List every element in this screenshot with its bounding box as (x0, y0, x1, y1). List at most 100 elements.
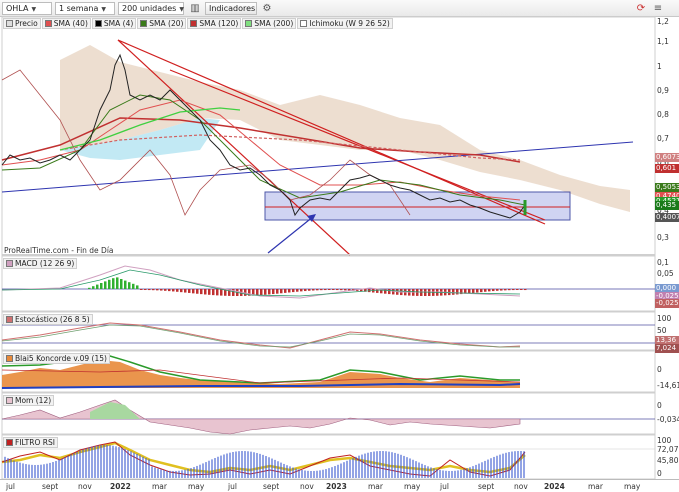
rsi-bar (442, 470, 444, 478)
macd-legend-item[interactable]: MACD (12 26 9) (3, 258, 78, 269)
legend-swatch (140, 20, 148, 27)
rsi-bar (250, 451, 252, 478)
time-axis-label: 2024 (544, 482, 565, 491)
macd-histogram-bar (312, 289, 315, 291)
rsi-bar (184, 469, 186, 478)
rsi-bar (478, 463, 480, 478)
mom-legend: Mom (12) (3, 395, 55, 406)
macd-histogram-bar (176, 289, 179, 292)
rsi-bar (88, 447, 90, 478)
macd-histogram-bar (508, 289, 511, 291)
price-legend-item[interactable]: SMA (40) (41, 18, 91, 29)
macd-histogram-bar (132, 283, 135, 289)
price-legend-item[interactable]: Ichimoku (W 9 26 52) (297, 18, 393, 29)
price-legend-item[interactable]: SMA (120) (187, 18, 242, 29)
macd-histogram-bar (92, 286, 95, 289)
rsi-bar (208, 460, 210, 478)
rsi-bar (394, 452, 396, 478)
macd-histogram-bar (212, 289, 215, 296)
rsi-bar (406, 457, 408, 478)
macd-histogram-bar (180, 289, 183, 293)
axis-tick-label: 0,7 (657, 134, 669, 143)
price-legend-item[interactable]: SMA (4) (91, 18, 137, 29)
rsi-bar (364, 453, 366, 478)
macd-histogram-bar (452, 289, 455, 295)
rsi-legend-label: FILTRO RSI (15, 438, 55, 447)
rsi-bar (163, 470, 165, 478)
rsi-bar (58, 459, 60, 478)
macd-panel-frame (1, 255, 656, 312)
mom-legend-item[interactable]: Mom (12) (3, 395, 55, 406)
rsi-bar (193, 467, 195, 478)
rsi-bar (187, 468, 189, 478)
macd-histogram-bar (164, 289, 167, 291)
rsi-bar (34, 464, 36, 478)
macd-histogram-bar (172, 289, 175, 292)
macd-histogram-bar (108, 279, 111, 289)
rsi-axis: 100 72,07 45,80 0 (655, 435, 679, 479)
price-legend-label: SMA (4) (103, 19, 134, 28)
rsi-bar (271, 458, 273, 478)
rsi-bar (118, 447, 120, 478)
price-legend-item[interactable]: SMA (20) (137, 18, 187, 29)
rsi-bar (370, 452, 372, 478)
rsi-bar (283, 463, 285, 478)
axis-tick-label: 0 (657, 365, 662, 374)
blai5-legend-item[interactable]: Blai5 Koncorde v.09 (15) (3, 353, 110, 364)
rsi-bar (301, 469, 303, 478)
rsi-bar (127, 450, 129, 478)
rsi-bar (307, 470, 309, 478)
rsi-bar (178, 470, 180, 478)
rsi-bar (142, 456, 144, 478)
rsi-bar (493, 456, 495, 478)
macd-histogram-bar (316, 289, 319, 291)
price-legend-item[interactable]: Precio (3, 18, 41, 29)
rsi-bar (25, 464, 27, 478)
time-axis-label: jul (228, 482, 237, 491)
axis-tick-label: 0,9 (657, 86, 669, 95)
price-legend-item[interactable]: SMA (200) (242, 18, 297, 29)
price-value-label: 0,601 (655, 164, 679, 173)
rsi-bar (289, 466, 291, 478)
time-axis-label: jul (6, 482, 15, 491)
macd-histogram-bar (320, 289, 323, 291)
macd-legend-label: MACD (12 26 9) (15, 259, 75, 268)
macd-histogram-bar (484, 289, 487, 292)
macd-histogram-bar (308, 289, 311, 291)
rsi-bar (403, 455, 405, 478)
time-axis-label: mar (588, 482, 603, 491)
rsi-bar (94, 445, 96, 478)
rsi-bar (61, 458, 63, 478)
axis-tick-label: 1,1 (657, 37, 669, 46)
rsi-bar (37, 464, 39, 478)
rsi-bar (211, 459, 213, 478)
rsi-bar (52, 462, 54, 478)
stoch-legend-item[interactable]: Estocástico (26 8 5) (3, 314, 93, 325)
rsi-bar (412, 459, 414, 478)
time-axis-label: sept (478, 482, 495, 491)
macd-histogram-bar (220, 289, 223, 296)
rsi-bar (463, 469, 465, 478)
rsi-bar (235, 451, 237, 478)
rsi-bar (79, 450, 81, 478)
time-axis-label: may (188, 482, 205, 491)
macd-histogram-bar (96, 284, 99, 289)
legend-swatch (190, 20, 198, 27)
rsi-bar (517, 451, 519, 478)
macd-histogram-bar (256, 289, 259, 296)
macd-histogram-bar (304, 289, 307, 292)
rsi-bar (121, 447, 123, 478)
macd-histogram-bar (264, 289, 267, 295)
rsi-bar (481, 462, 483, 478)
stoch-legend-label: Estocástico (26 8 5) (15, 315, 90, 324)
rsi-bar (397, 453, 399, 478)
rsi-bar (391, 452, 393, 478)
rsi-bar (226, 453, 228, 478)
axis-tick-label: 0,3 (657, 233, 669, 242)
indicator-value-label: -0,025 (655, 299, 679, 308)
rsi-legend-item[interactable]: FILTRO RSI (3, 437, 58, 448)
rsi-bar (472, 466, 474, 478)
mom-legend-label: Mom (12) (15, 396, 52, 405)
macd-histogram-bar (296, 289, 299, 292)
rsi-bar (427, 466, 429, 478)
